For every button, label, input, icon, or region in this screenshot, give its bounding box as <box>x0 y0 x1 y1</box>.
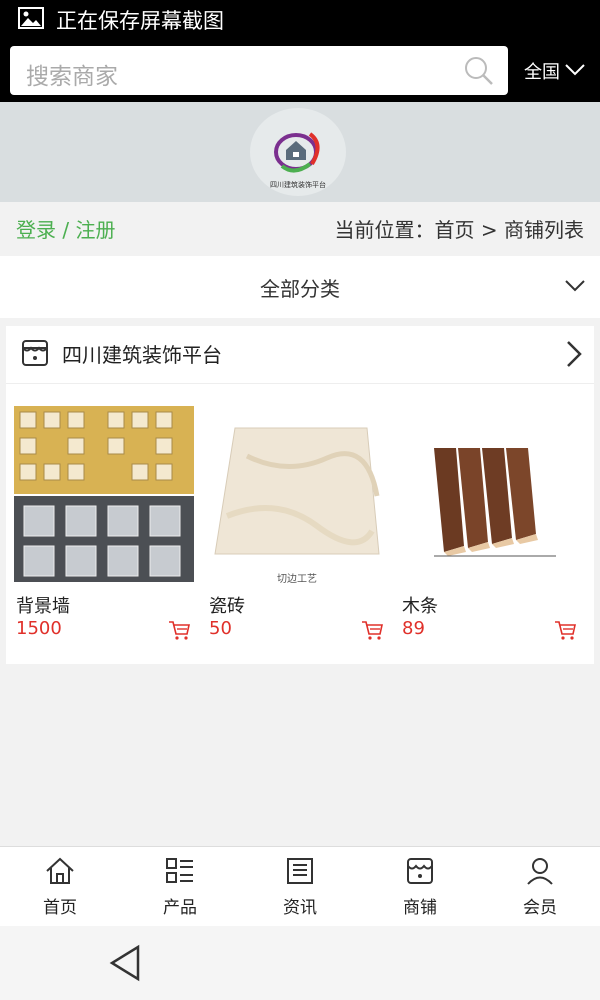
shop-header[interactable]: 四川建筑装饰平台 <box>6 326 594 384</box>
nav-label: 产品 <box>163 898 197 918</box>
news-icon <box>285 857 315 889</box>
system-nav-bar <box>0 926 600 1000</box>
category-label: 全部分类 <box>260 277 340 301</box>
status-text: 正在保存屏幕截图 <box>56 9 224 33</box>
logo-caption: 四川建筑装饰平台 <box>270 181 326 189</box>
product-card[interactable]: 木条 89 <box>400 406 580 640</box>
nav-item-home[interactable]: 首页 <box>0 847 120 926</box>
cart-icon[interactable] <box>168 620 190 644</box>
product-card[interactable]: 切边工艺 瓷砖 50 <box>207 406 387 640</box>
shop-card: 四川建筑装饰平台 背景墙 1500 切边工艺 瓷砖 50 木条 89 <box>6 326 594 664</box>
product-image[interactable]: 切边工艺 <box>207 406 387 585</box>
nav-item-news[interactable]: 资讯 <box>240 847 360 926</box>
cart-icon[interactable] <box>361 620 383 644</box>
nav-item-shops[interactable]: 商铺 <box>360 847 480 926</box>
product-price: 1500 <box>16 618 62 639</box>
search-input[interactable]: 搜索商家 <box>10 46 508 95</box>
site-logo[interactable]: 四川建筑装饰平台 <box>250 108 346 196</box>
breadcrumb: 当前位置：首页 > 商铺列表 <box>334 218 584 242</box>
product-price: 50 <box>209 618 232 639</box>
product-price: 89 <box>402 618 425 639</box>
cart-icon[interactable] <box>554 620 576 644</box>
nav-label: 首页 <box>43 898 77 918</box>
chevron-right-icon <box>566 340 582 372</box>
region-selector[interactable]: 全国 <box>524 58 586 84</box>
user-icon <box>525 857 555 889</box>
product-name: 瓷砖 <box>209 596 245 617</box>
region-label: 全国 <box>524 62 560 83</box>
login-register-link[interactable]: 登录 / 注册 <box>16 214 115 243</box>
thumb-caption: 切边工艺 <box>277 574 317 585</box>
chevron-down-icon <box>560 61 586 82</box>
search-placeholder: 搜索商家 <box>26 64 118 90</box>
product-image[interactable] <box>14 406 194 582</box>
logo-banner: 四川建筑装饰平台 <box>0 102 600 202</box>
product-name: 木条 <box>402 596 438 617</box>
image-icon <box>18 7 44 33</box>
product-image[interactable] <box>400 406 580 582</box>
shop-icon <box>20 338 50 372</box>
bottom-nav: 首页 产品 资讯 商铺 会员 <box>0 846 600 926</box>
nav-label: 会员 <box>523 898 557 918</box>
nav-label: 商铺 <box>403 898 437 918</box>
back-icon[interactable] <box>108 944 142 986</box>
home-icon <box>45 857 75 889</box>
location-row: 登录 / 注册 当前位置：首页 > 商铺列表 <box>0 202 600 254</box>
search-icon[interactable] <box>464 56 494 86</box>
product-card[interactable]: 背景墙 1500 <box>14 406 194 640</box>
list-icon <box>165 857 195 889</box>
status-bar: 正在保存屏幕截图 <box>0 0 600 40</box>
product-name: 背景墙 <box>16 596 70 617</box>
chevron-down-icon <box>564 278 586 297</box>
search-row: 搜索商家 全国 <box>0 40 600 102</box>
shop-name: 四川建筑装饰平台 <box>62 343 222 367</box>
category-selector[interactable]: 全部分类 <box>0 256 600 318</box>
nav-item-products[interactable]: 产品 <box>120 847 240 926</box>
nav-label: 资讯 <box>283 898 317 918</box>
shop-icon <box>405 857 435 889</box>
nav-item-member[interactable]: 会员 <box>480 847 600 926</box>
